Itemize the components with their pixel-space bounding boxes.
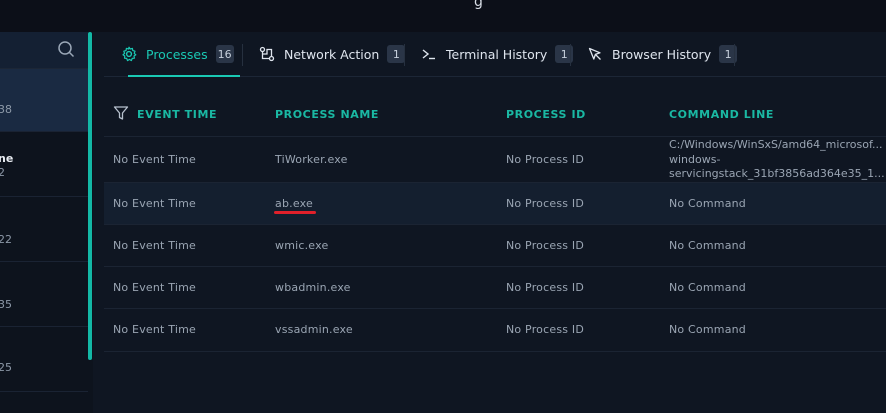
command-line-cell: No Command — [669, 281, 746, 294]
command-line-cell: No Command — [669, 323, 746, 336]
process-name-cell: vssadmin.exe — [275, 323, 353, 336]
command-line-cell: C:/Windows/WinSxS/amd64_microsof... wind… — [669, 138, 886, 182]
sidebar-item[interactable]: 22 — [0, 197, 88, 262]
table-row[interactable]: No Event Time wbadmin.exe No Process ID … — [104, 266, 886, 309]
tab-label: Terminal History — [446, 46, 548, 62]
tab-browser-history[interactable]: Browser History 1 — [586, 32, 738, 76]
process-id-cell: No Process ID — [506, 239, 584, 252]
cursor-icon — [586, 45, 604, 63]
gear-icon — [120, 45, 138, 63]
tab-divider — [570, 44, 571, 66]
event-time-cell: No Event Time — [113, 197, 196, 210]
tab-network-action[interactable]: Network Action 1 — [258, 32, 406, 76]
top-bar: g — [0, 0, 886, 32]
tab-count-badge: 1 — [387, 45, 406, 63]
command-line-text: servicingstack_31bf3856ad364e35_1... — [669, 167, 885, 180]
process-id-cell: No Process ID — [506, 197, 584, 210]
sidebar-item-text: 22 — [0, 233, 12, 246]
table-row[interactable]: No Event Time wmic.exe No Process ID No … — [104, 224, 886, 267]
sidebar-item[interactable]: 25 — [0, 327, 88, 392]
tab-divider — [734, 44, 735, 66]
table-row[interactable]: No Event Time vssadmin.exe No Process ID… — [104, 308, 886, 351]
sidebar-item-text: 25 — [0, 361, 12, 374]
terminal-icon — [420, 45, 438, 63]
tab-label: Processes — [146, 46, 208, 62]
sidebar-item-title: ne — [0, 152, 14, 165]
tab-processes[interactable]: Processes 16 — [120, 32, 240, 77]
table-row[interactable]: No Event Time TiWorker.exe No Process ID… — [104, 136, 886, 182]
sidebar-item-text: 2 — [0, 166, 5, 179]
command-line-cell: No Command — [669, 197, 746, 210]
table-row[interactable]: No Event Time ab.exe No Process ID No Co… — [104, 182, 886, 225]
process-name-cell: TiWorker.exe — [275, 153, 348, 166]
process-name-cell: wmic.exe — [275, 239, 329, 252]
tab-count-badge: 16 — [215, 45, 234, 63]
event-time-cell: No Event Time — [113, 281, 196, 294]
sidebar-item[interactable]: ne 2 — [0, 132, 88, 197]
table-header: EVENT TIME PROCESS NAME PROCESS ID COMMA… — [104, 102, 886, 132]
command-line-text: C:/Windows/WinSxS/amd64_microsof... — [669, 138, 883, 151]
annotation-underline — [274, 211, 316, 214]
search-icon[interactable] — [57, 40, 75, 58]
sidebar-item-text: 38 — [0, 103, 12, 116]
sidebar-scrollbar[interactable] — [88, 32, 92, 360]
active-tab-indicator — [128, 75, 240, 77]
tab-terminal-history[interactable]: Terminal History 1 — [420, 32, 574, 76]
process-id-cell: No Process ID — [506, 153, 584, 166]
column-header-event-time[interactable]: EVENT TIME — [137, 108, 217, 121]
event-time-cell: No Event Time — [113, 323, 196, 336]
process-id-cell: No Process ID — [506, 281, 584, 294]
filter-icon[interactable] — [113, 105, 129, 121]
column-header-command-line[interactable]: COMMAND LINE — [669, 108, 774, 121]
process-name-cell: wbadmin.exe — [275, 281, 351, 294]
event-time-cell: No Event Time — [113, 153, 196, 166]
sidebar: 38 ne 2 22 35 25 — [0, 32, 93, 413]
column-header-process-id[interactable]: PROCESS ID — [506, 108, 586, 121]
command-line-cell: No Command — [669, 239, 746, 252]
tab-label: Browser History — [612, 46, 712, 62]
table-divider — [104, 351, 886, 352]
title-fragment: g — [474, 0, 483, 10]
tab-divider — [404, 44, 405, 66]
network-icon — [258, 45, 276, 63]
sidebar-search[interactable] — [0, 32, 88, 69]
process-id-cell: No Process ID — [506, 323, 584, 336]
sidebar-item[interactable]: 35 — [0, 262, 88, 327]
tab-bar: Processes 16 Network Action 1 Terminal H… — [104, 32, 886, 77]
event-time-cell: No Event Time — [113, 239, 196, 252]
tab-label: Network Action — [284, 46, 380, 62]
sidebar-item-text: 35 — [0, 298, 12, 311]
column-header-process-name[interactable]: PROCESS NAME — [275, 108, 379, 121]
process-name-cell: ab.exe — [275, 197, 313, 210]
command-line-text: windows- — [669, 152, 721, 166]
sidebar-item[interactable]: 38 — [0, 69, 88, 132]
tab-divider — [242, 44, 243, 66]
